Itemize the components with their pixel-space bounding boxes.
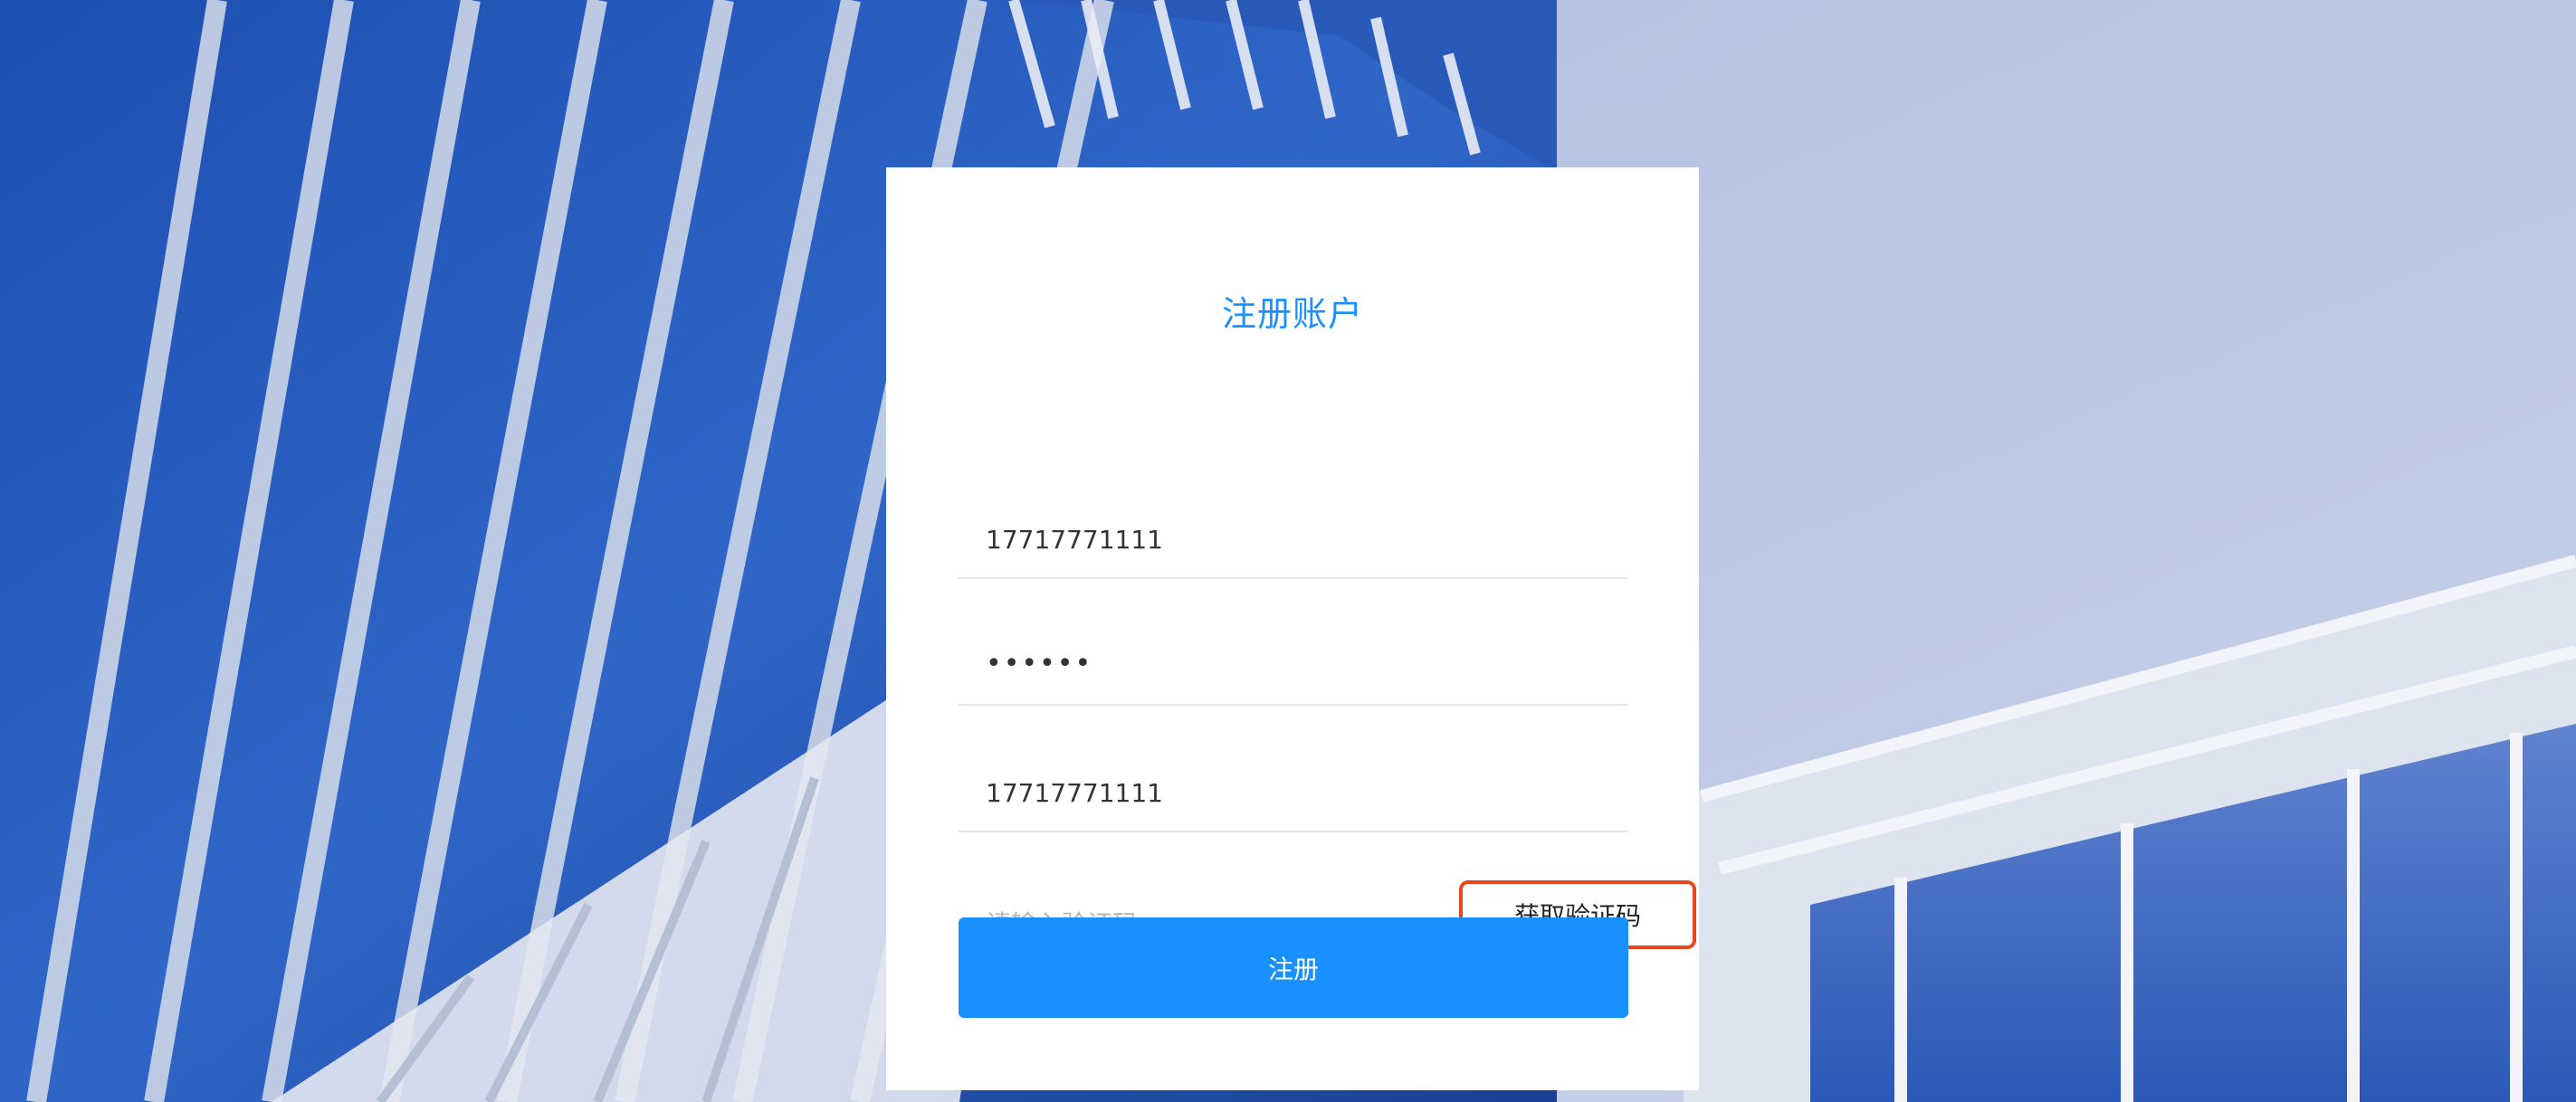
phone-confirm-field[interactable]: 17717771111 bbox=[959, 758, 1628, 832]
phone-confirm-value: 17717771111 bbox=[986, 778, 1163, 808]
register-card: 注册账户 17717771111 •••••• 17717771111 请输入验… bbox=[886, 167, 1699, 1090]
phone-field[interactable]: 17717771111 bbox=[959, 505, 1628, 579]
password-field[interactable]: •••••• bbox=[959, 632, 1628, 706]
phone-value: 17717771111 bbox=[986, 525, 1163, 555]
page-title: 注册账户 bbox=[1221, 294, 1363, 334]
register-button[interactable]: 注册 bbox=[959, 917, 1628, 1018]
password-value: •••••• bbox=[986, 648, 1093, 679]
